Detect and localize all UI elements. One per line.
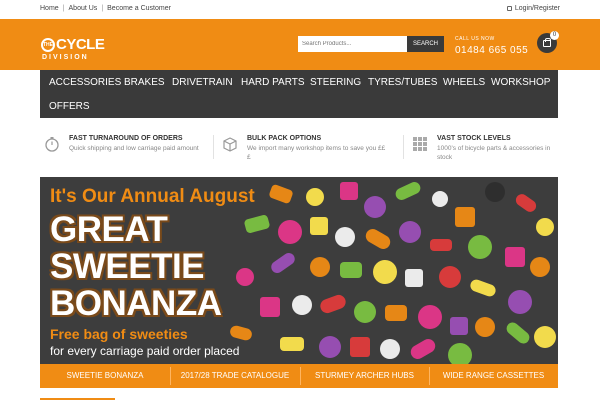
- feature-desc: Quick shipping and low carriage paid amo…: [69, 145, 199, 152]
- login-label: Login/Register: [514, 5, 560, 12]
- banner-tabs: SWEETIE BONANZA 2017/28 TRADE CATALOGUE …: [40, 364, 558, 388]
- divider: [403, 135, 404, 159]
- banner-title-line1: GREAT: [50, 210, 168, 249]
- search-input[interactable]: [298, 36, 408, 52]
- feature-vast-stock: VAST STOCK LEVELS 1000's of bicycle part…: [412, 130, 558, 164]
- banner-tagline: for every carriage paid order placed: [50, 344, 240, 358]
- nav-accessories[interactable]: ACCESSORIES: [49, 77, 121, 88]
- tab-wide-range-cassettes[interactable]: WIDE RANGE CASSETTES: [429, 364, 558, 388]
- top-bar: Home | About Us | Become a Customer Login/Re…: [0, 0, 600, 19]
- nav-steering[interactable]: STEERING: [310, 77, 361, 88]
- tab-sweetie-bonanza[interactable]: SWEETIE BONANZA: [40, 364, 170, 388]
- site-logo[interactable]: THE CYCLE DIVISION: [41, 36, 111, 62]
- search-form: SEARCH: [298, 36, 444, 52]
- banner-subtitle: Free bag of sweeties: [50, 326, 188, 342]
- nav-offers[interactable]: OFFERS: [49, 101, 90, 112]
- feature-title: FAST TURNAROUND OF ORDERS: [69, 135, 183, 142]
- about-us-link[interactable]: About Us: [69, 5, 98, 12]
- nav-drivetrain[interactable]: DRIVETRAIN: [172, 77, 233, 88]
- promo-banner[interactable]: It's Our Annual August GREAT SWEETIE BON…: [40, 177, 558, 364]
- shopping-bag-icon: [543, 38, 551, 47]
- feature-desc: We import many workshop items to save yo…: [247, 145, 386, 161]
- logo-cycle: CYCLE: [56, 36, 105, 53]
- call-us-label: CALL US NOW: [455, 36, 495, 42]
- nav-brakes[interactable]: BRAKES: [124, 77, 165, 88]
- nav-workshop[interactable]: WORKSHOP: [491, 77, 550, 88]
- feature-fast-turnaround: FAST TURNAROUND OF ORDERS Quick shipping…: [44, 130, 214, 164]
- tab-sturmey-archer-hubs[interactable]: STURMEY ARCHER HUBS: [300, 364, 429, 388]
- feature-title: BULK PACK OPTIONS: [247, 135, 322, 142]
- call-us: CALL US NOW 01484 665 055: [455, 36, 528, 56]
- feature-bulk-pack: BULK PACK OPTIONS We import many worksho…: [222, 130, 392, 164]
- logo-division: DIVISION: [42, 54, 89, 61]
- nav-hard-parts[interactable]: HARD PARTS: [241, 77, 305, 88]
- main-nav: ACCESSORIES BRAKES DRIVETRAIN HARD PARTS…: [40, 70, 558, 118]
- features-strip: FAST TURNAROUND OF ORDERS Quick shipping…: [40, 130, 558, 164]
- banner-title-line3: BONANZA: [50, 284, 222, 323]
- divider: [213, 135, 214, 159]
- cart-count-badge: 0: [550, 31, 559, 40]
- feature-title: VAST STOCK LEVELS: [437, 135, 511, 142]
- separator: |: [101, 5, 104, 12]
- search-button[interactable]: SEARCH: [407, 36, 444, 52]
- banner-title-line2: SWEETIE: [50, 247, 205, 286]
- grid-icon: [413, 137, 427, 151]
- tab-trade-catalogue[interactable]: 2017/28 TRADE CATALOGUE: [170, 364, 300, 388]
- banner-headline: It's Our Annual August: [50, 186, 255, 207]
- top-links: Home | About Us | Become a Customer: [40, 5, 171, 12]
- home-link[interactable]: Home: [40, 5, 59, 12]
- phone-number[interactable]: 01484 665 055: [455, 45, 528, 56]
- separator: |: [62, 5, 65, 12]
- login-register-link[interactable]: Login/Register: [506, 5, 560, 12]
- feature-desc: 1000's of bicycle parts & accessories in…: [437, 145, 551, 161]
- box-icon: [223, 137, 237, 152]
- stopwatch-icon: [45, 137, 59, 152]
- cart-button[interactable]: 0: [537, 31, 559, 53]
- nav-wheels[interactable]: WHEELS: [443, 77, 485, 88]
- lock-icon: [506, 6, 512, 11]
- become-customer-link[interactable]: Become a Customer: [107, 5, 171, 12]
- nav-tyres-tubes[interactable]: TYRES/TUBES: [368, 77, 437, 88]
- logo-the: THE: [43, 42, 53, 48]
